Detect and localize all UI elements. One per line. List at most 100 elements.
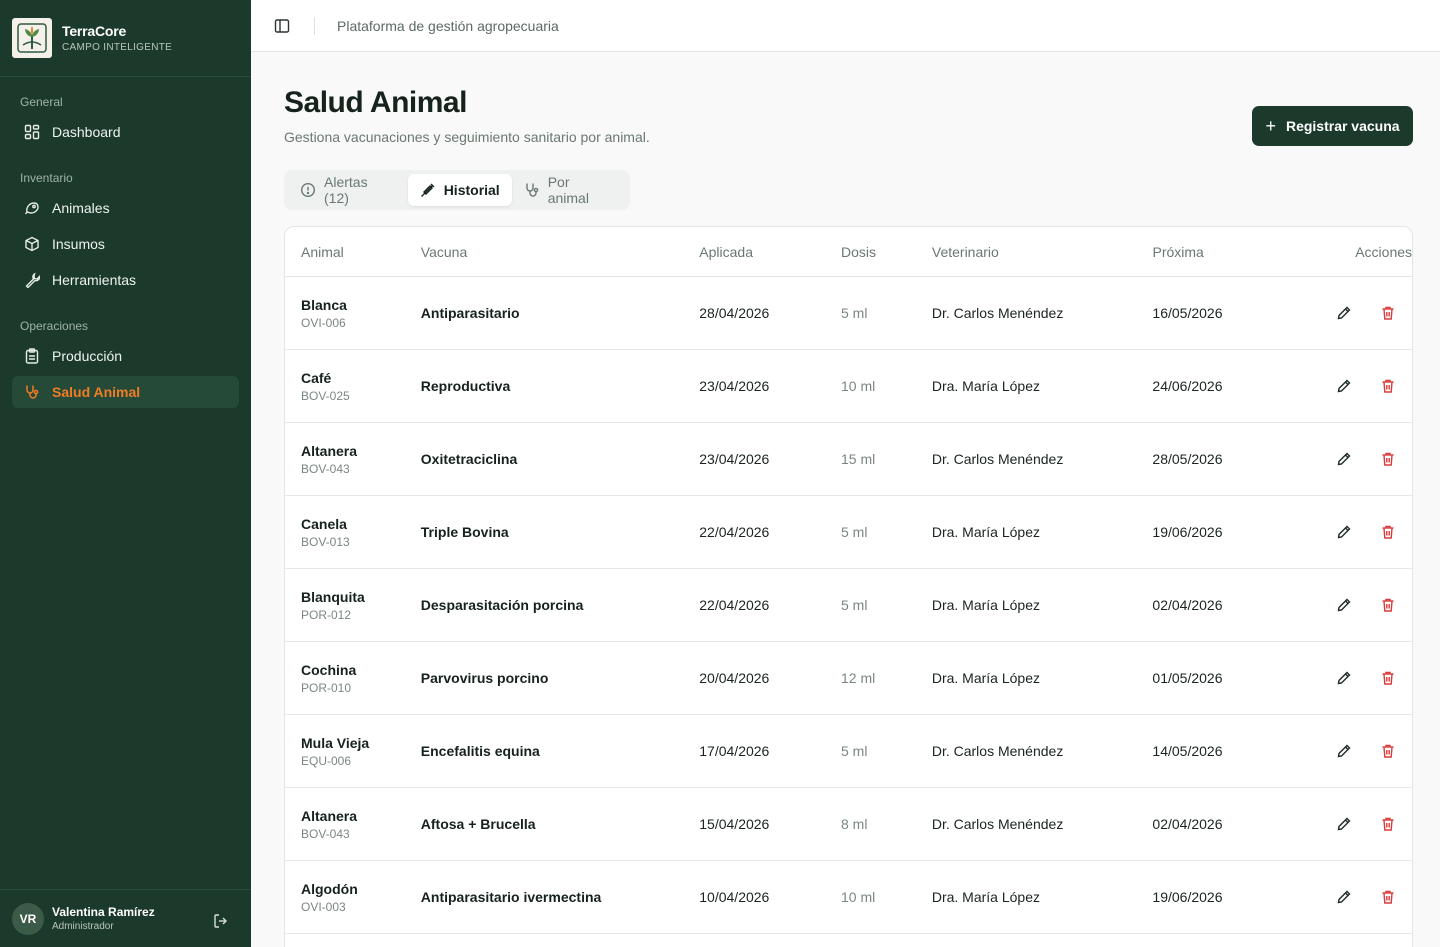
table-header: Animal Vacuna Aplicada Dosis Veterinario… bbox=[285, 227, 1412, 277]
tab-alertas[interactable]: Alertas (12) bbox=[288, 174, 408, 206]
animal-name: Altanera bbox=[301, 807, 358, 824]
nav-section-inventario: Inventario Animales Insumos Herramientas bbox=[0, 168, 251, 296]
next-date: 28/05/2026 bbox=[1152, 451, 1223, 467]
edit-icon[interactable] bbox=[1336, 524, 1352, 540]
sidebar-item-animales[interactable]: Animales bbox=[12, 192, 239, 224]
syringe-icon bbox=[420, 182, 436, 198]
sidebar-toggle-icon[interactable] bbox=[274, 18, 290, 34]
veterinarian: Dr. Carlos Menéndez bbox=[931, 305, 1064, 321]
applied-date: 22/04/2026 bbox=[699, 597, 770, 613]
edit-icon[interactable] bbox=[1336, 378, 1352, 394]
delete-icon[interactable] bbox=[1380, 378, 1396, 394]
edit-icon[interactable] bbox=[1336, 670, 1352, 686]
sidebar-item-label: Salud Animal bbox=[52, 384, 141, 400]
dose: 5 ml bbox=[841, 305, 868, 321]
applied-date: 20/04/2026 bbox=[699, 670, 770, 686]
main-content: Salud Animal Gestiona vacunaciones y seg… bbox=[251, 52, 1440, 947]
terracore-logo bbox=[12, 18, 52, 58]
delete-icon[interactable] bbox=[1380, 597, 1396, 613]
column-header[interactable]: Vacuna bbox=[421, 244, 700, 260]
delete-icon[interactable] bbox=[1380, 451, 1396, 467]
tab-label: Historial bbox=[443, 182, 500, 198]
user-profile: VR Valentina Ramírez Administrador bbox=[0, 889, 251, 947]
topbar-title: Plataforma de gestión agropecuaria bbox=[337, 17, 559, 34]
sidebar-item-herramientas[interactable]: Herramientas bbox=[12, 264, 239, 296]
sidebar-item-dashboard[interactable]: Dashboard bbox=[12, 116, 239, 148]
vaccine-name: Antiparasitario bbox=[420, 305, 520, 321]
sidebar-item-produccion[interactable]: Producción bbox=[12, 340, 239, 372]
table-body: Blanca OVI-006 Antiparasitario 28/04/202… bbox=[285, 277, 1412, 934]
column-header[interactable]: Veterinario bbox=[932, 244, 1153, 260]
table-row[interactable]: Blanca OVI-006 Antiparasitario 28/04/202… bbox=[285, 277, 1412, 350]
delete-icon[interactable] bbox=[1380, 743, 1396, 759]
delete-icon[interactable] bbox=[1380, 305, 1396, 321]
user-name: Valentina Ramírez bbox=[52, 905, 155, 919]
delete-icon[interactable] bbox=[1380, 524, 1396, 540]
column-header[interactable]: Próxima bbox=[1152, 244, 1282, 260]
vaccine-name: Triple Bovina bbox=[420, 524, 509, 540]
animal-name: Canela bbox=[301, 515, 347, 532]
table-row[interactable]: Cochina POR-010 Parvovirus porcino 20/04… bbox=[285, 642, 1412, 715]
animal-name: Altanera bbox=[301, 442, 358, 459]
wrench-icon bbox=[24, 272, 40, 288]
animal-name: Café bbox=[301, 369, 332, 386]
tab-por-animal[interactable]: Por animal bbox=[512, 174, 626, 206]
vaccine-name: Encefalitis equina bbox=[420, 743, 540, 759]
edit-icon[interactable] bbox=[1336, 816, 1352, 832]
veterinarian: Dra. María López bbox=[931, 670, 1040, 686]
animal-name: Cochina bbox=[301, 661, 357, 678]
edit-icon[interactable] bbox=[1336, 743, 1352, 759]
dose: 5 ml bbox=[841, 743, 868, 759]
vaccine-name: Parvovirus porcino bbox=[420, 670, 549, 686]
edit-icon[interactable] bbox=[1336, 451, 1352, 467]
page-title: Salud Animal bbox=[284, 86, 467, 119]
column-header[interactable]: Aplicada bbox=[699, 244, 841, 260]
topbar: Plataforma de gestión agropecuaria bbox=[251, 0, 1440, 52]
vaccine-name: Reproductiva bbox=[420, 378, 511, 394]
delete-icon[interactable] bbox=[1380, 816, 1396, 832]
dose: 10 ml bbox=[841, 889, 876, 905]
animal-code: BOV-043 bbox=[301, 826, 350, 841]
vaccination-table: Animal Vacuna Aplicada Dosis Veterinario… bbox=[284, 226, 1413, 947]
brand-tagline: CAMPO INTELIGENTE bbox=[62, 42, 173, 53]
next-date: 01/05/2026 bbox=[1152, 670, 1223, 686]
animal-code: POR-012 bbox=[301, 607, 352, 622]
brand[interactable]: TerraCore CAMPO INTELIGENTE bbox=[0, 0, 251, 77]
table-row[interactable]: Algodón OVI-003 Antiparasitario ivermect… bbox=[285, 861, 1412, 934]
avatar[interactable]: VR bbox=[12, 902, 44, 935]
animal-code: EQU-006 bbox=[301, 753, 352, 768]
table-row[interactable]: Café BOV-025 Reproductiva 23/04/2026 10 … bbox=[285, 350, 1412, 423]
delete-icon[interactable] bbox=[1380, 670, 1396, 686]
stethoscope-icon bbox=[24, 384, 40, 400]
nav-heading: Operaciones bbox=[20, 319, 89, 333]
animal-code: OVI-003 bbox=[301, 899, 346, 914]
column-header[interactable]: Dosis bbox=[841, 244, 932, 260]
table-row[interactable]: Blanquita POR-012 Desparasitación porcin… bbox=[285, 569, 1412, 642]
sidebar-item-salud-animal[interactable]: Salud Animal bbox=[12, 376, 239, 408]
tab-historial[interactable]: Historial bbox=[407, 174, 512, 206]
edit-icon[interactable] bbox=[1336, 305, 1352, 321]
delete-icon[interactable] bbox=[1380, 889, 1396, 905]
next-date: 02/04/2026 bbox=[1152, 816, 1223, 832]
applied-date: 17/04/2026 bbox=[699, 743, 770, 759]
sidebar-item-insumos[interactable]: Insumos bbox=[12, 228, 239, 260]
table-row[interactable]: Canela BOV-013 Triple Bovina 22/04/2026 … bbox=[285, 496, 1412, 569]
logout-icon[interactable] bbox=[213, 913, 229, 929]
sidebar-item-label: Insumos bbox=[52, 236, 105, 252]
edit-icon[interactable] bbox=[1336, 597, 1352, 613]
tab-label: Alertas (12) bbox=[324, 174, 368, 206]
veterinarian: Dr. Carlos Menéndez bbox=[931, 451, 1064, 467]
table-row[interactable]: Altanera BOV-043 Oxitetraciclina 23/04/2… bbox=[285, 423, 1412, 496]
veterinarian: Dra. María López bbox=[931, 597, 1040, 613]
next-date: 16/05/2026 bbox=[1152, 305, 1223, 321]
table-row[interactable]: Mula Vieja EQU-006 Encefalitis equina 17… bbox=[285, 715, 1412, 788]
nav-section-operaciones: Operaciones Producción Salud Animal bbox=[0, 316, 251, 408]
register-vaccine-button[interactable]: + Registrar vacuna bbox=[1252, 106, 1413, 146]
vaccine-name: Oxitetraciclina bbox=[420, 451, 518, 467]
page-subtitle: Gestiona vacunaciones y seguimiento sani… bbox=[284, 129, 650, 145]
nav-section-general: General Dashboard bbox=[0, 92, 251, 148]
next-date: 14/05/2026 bbox=[1152, 743, 1223, 759]
edit-icon[interactable] bbox=[1336, 889, 1352, 905]
column-header[interactable]: Animal bbox=[285, 244, 421, 260]
table-row[interactable]: Altanera BOV-043 Aftosa + Brucella 15/04… bbox=[285, 788, 1412, 861]
